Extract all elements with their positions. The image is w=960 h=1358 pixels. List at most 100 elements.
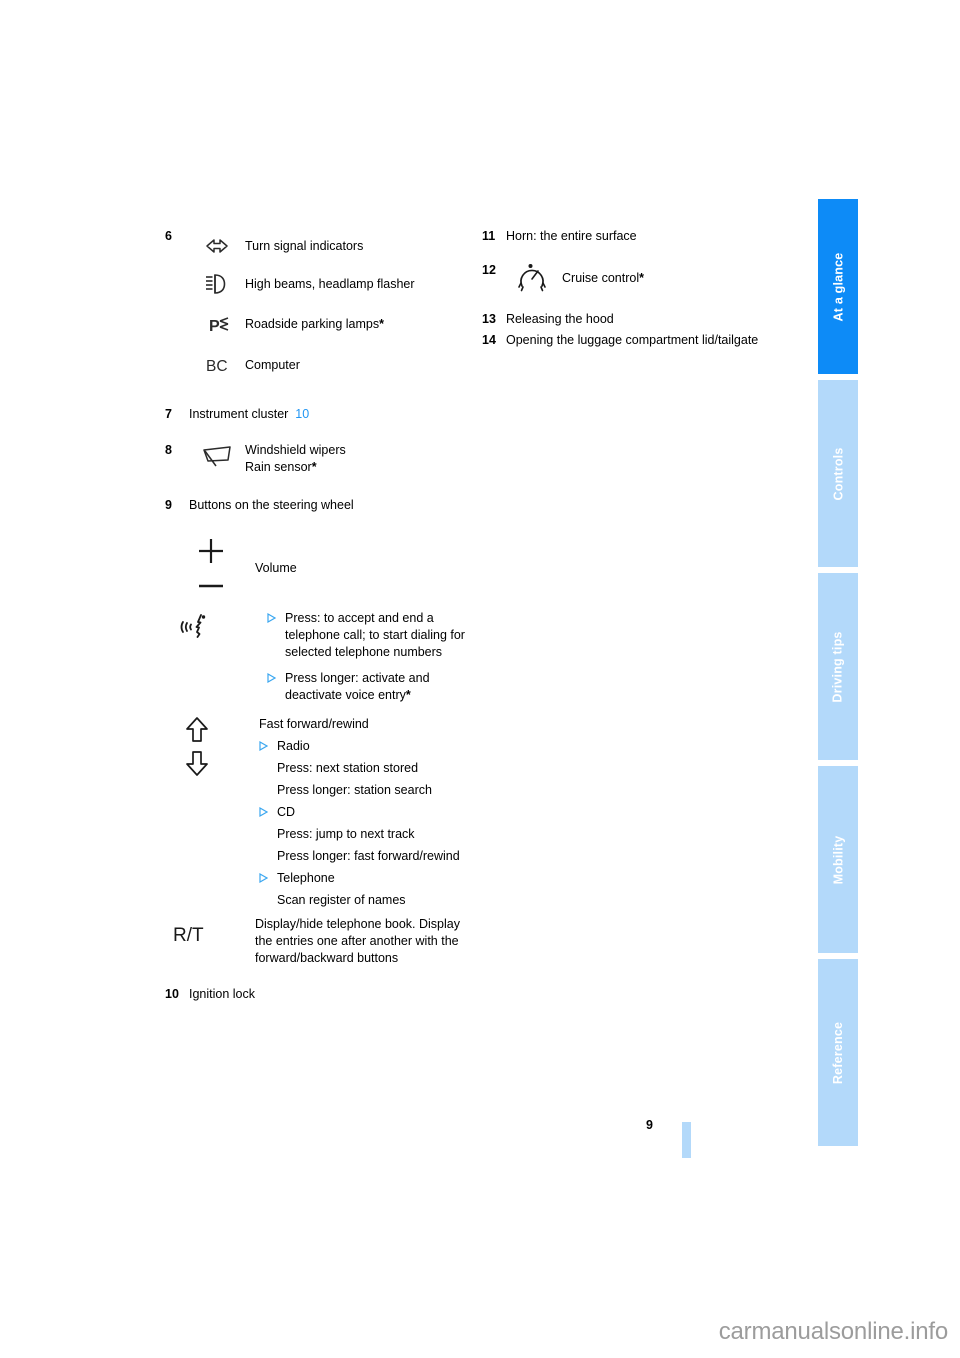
seek-detail-line: Press longer: fast forward/rewind xyxy=(277,849,460,863)
list-item-10: 10 Ignition lock xyxy=(165,986,465,1003)
item-label-text: Roadside parking lamps xyxy=(245,317,380,331)
item-number: 11 xyxy=(482,229,496,243)
seek-detail-line: Press: next station stored xyxy=(277,761,419,775)
high-beams-icon xyxy=(189,273,245,295)
site-watermark: carmanualsonline.info xyxy=(718,1318,948,1345)
thumb-index-sidebar: At a glance Controls Driving tips Mobili… xyxy=(818,199,858,1159)
triangle-bullet-icon xyxy=(267,670,285,683)
sidebar-tab-controls[interactable]: Controls xyxy=(818,380,858,567)
item-label: Display/hide telephone book. Display the… xyxy=(255,917,460,965)
right-content-column: 11 Horn: the entire surface 12 Cruise co… xyxy=(482,228,792,349)
item-label: Ignition lock xyxy=(189,987,256,1001)
list-item-13: 13 Releasing the hood xyxy=(482,311,792,328)
sidebar-tab-label: Mobility xyxy=(831,835,846,884)
list-item-turn-signal: Turn signal indicators xyxy=(189,228,465,264)
item-label: Volume xyxy=(255,561,297,575)
item-label: Roadside parking lamps* xyxy=(245,316,384,333)
item-label: Computer xyxy=(245,357,300,372)
svg-text:P: P xyxy=(209,318,220,335)
item-number: 6 xyxy=(165,229,172,243)
sidebar-tab-mobility[interactable]: Mobility xyxy=(818,766,858,953)
onboard-computer-icon: BC xyxy=(189,355,245,375)
triangle-bullet-icon xyxy=(259,738,277,751)
bullet-item-telephone: Telephone xyxy=(259,870,465,887)
cruise-control-icon xyxy=(506,262,562,294)
item-label: Instrument cluster 10 xyxy=(189,406,309,423)
seek-arrows-icon-group xyxy=(165,716,269,786)
item-label: Turn signal indicators xyxy=(245,238,364,253)
item-label: Opening the luggage compartment lid/tail… xyxy=(506,333,759,347)
steering-wheel-seek-group: Fast forward/rewind Radio Press: next st… xyxy=(165,716,465,909)
volume-plus-minus-icon xyxy=(165,536,255,600)
item-number: 12 xyxy=(482,263,496,277)
list-item-6: 6 Turn signal indicators High beams, hea… xyxy=(165,228,465,385)
manual-page: At a glance Controls Driving tips Mobili… xyxy=(0,0,960,1358)
voice-speech-icon xyxy=(165,610,267,642)
list-item-high-beams: High beams, headlamp flasher xyxy=(189,264,465,304)
bullet-item-radio: Radio xyxy=(259,738,465,755)
turn-signal-indicators-icon xyxy=(189,238,245,254)
list-item-8: 8 Windshield wipers Rain sensor* xyxy=(165,442,465,476)
windshield-wiper-icon xyxy=(189,442,245,472)
sidebar-tab-driving-tips[interactable]: Driving tips xyxy=(818,573,858,760)
seek-detail-line: Press: jump to next track xyxy=(277,827,415,841)
left-content-column: 6 Turn signal indicators High beams, hea… xyxy=(165,228,465,1003)
list-item-computer: BC Computer xyxy=(189,345,465,385)
option-asterisk: * xyxy=(639,270,644,285)
item-label: Horn: the entire surface xyxy=(506,229,637,243)
steering-wheel-telephone-group: Press: to accept and end a telephone cal… xyxy=(165,610,465,704)
bullet-item-cd: CD xyxy=(259,804,465,821)
roadside-parking-lamps-icon: P xyxy=(189,315,245,335)
list-item-12: 12 Cruise control* xyxy=(482,262,792,294)
list-item-11: 11 Horn: the entire surface xyxy=(482,228,792,245)
item-number: 7 xyxy=(165,407,172,421)
item-label: Cruise control* xyxy=(562,270,644,287)
item-number: 14 xyxy=(482,333,496,347)
triangle-bullet-icon xyxy=(267,610,285,623)
item-number: 10 xyxy=(165,987,179,1001)
bullet-text: CD xyxy=(277,805,296,819)
item-label: Releasing the hood xyxy=(506,312,614,326)
triangle-bullet-icon xyxy=(259,804,277,817)
bullet-item: Press: to accept and end a telephone cal… xyxy=(267,610,465,661)
item-number: 13 xyxy=(482,312,496,326)
bullet-text: Radio xyxy=(277,739,310,753)
option-asterisk: * xyxy=(405,688,411,702)
item-number: 8 xyxy=(165,443,172,457)
sidebar-tab-reference[interactable]: Reference xyxy=(818,959,858,1146)
svg-text:BC: BC xyxy=(206,358,228,375)
item-label: High beams, headlamp flasher xyxy=(245,276,415,291)
sidebar-tab-at-a-glance[interactable]: At a glance xyxy=(818,199,858,374)
item-number: 9 xyxy=(165,498,172,512)
item-label-line1: Windshield wipers xyxy=(245,443,346,457)
item-label: Windshield wipers Rain sensor* xyxy=(245,442,346,476)
item-label-text: Cruise control xyxy=(562,270,640,285)
bullet-item: Press longer: activate and deactivate vo… xyxy=(267,670,465,704)
triangle-bullet-icon xyxy=(259,870,277,883)
page-number: 9 xyxy=(646,1118,653,1132)
item-label-line2-text: Rain sensor xyxy=(245,460,312,474)
seek-detail-line: Scan register of names xyxy=(277,893,406,907)
sidebar-tab-label: Controls xyxy=(831,447,845,500)
item-label-line2: Rain sensor* xyxy=(245,459,346,476)
sidebar-tab-label: Reference xyxy=(831,1021,845,1084)
list-item-14: 14 Opening the luggage compartment lid/t… xyxy=(482,332,792,349)
option-asterisk: * xyxy=(311,460,317,474)
steering-wheel-volume-group: Volume xyxy=(165,536,465,600)
item-label-text: Instrument cluster xyxy=(189,407,289,421)
rt-button-icon-text: R/T xyxy=(173,925,204,946)
bullet-text: Telephone xyxy=(277,871,335,885)
sidebar-tab-label: At a glance xyxy=(831,252,846,321)
seek-heading: Fast forward/rewind xyxy=(259,717,369,731)
steering-wheel-rt-group: R/T Display/hide telephone book. Display… xyxy=(165,916,465,967)
seek-detail-line: Press longer: station search xyxy=(277,783,432,797)
list-item-roadside-parking-lamps: P Roadside parking lamps* xyxy=(189,304,465,345)
page-marker-bar xyxy=(682,1122,691,1158)
arrow-up-icon xyxy=(186,717,208,742)
page-reference-link[interactable]: 10 xyxy=(295,407,309,421)
list-item-7: 7 Instrument cluster 10 xyxy=(165,406,465,423)
item-label: Buttons on the steering wheel xyxy=(189,498,354,512)
bullet-text: Press: to accept and end a telephone cal… xyxy=(285,611,465,659)
rt-button-icon: R/T xyxy=(165,916,263,947)
sidebar-tab-label: Driving tips xyxy=(831,630,845,703)
